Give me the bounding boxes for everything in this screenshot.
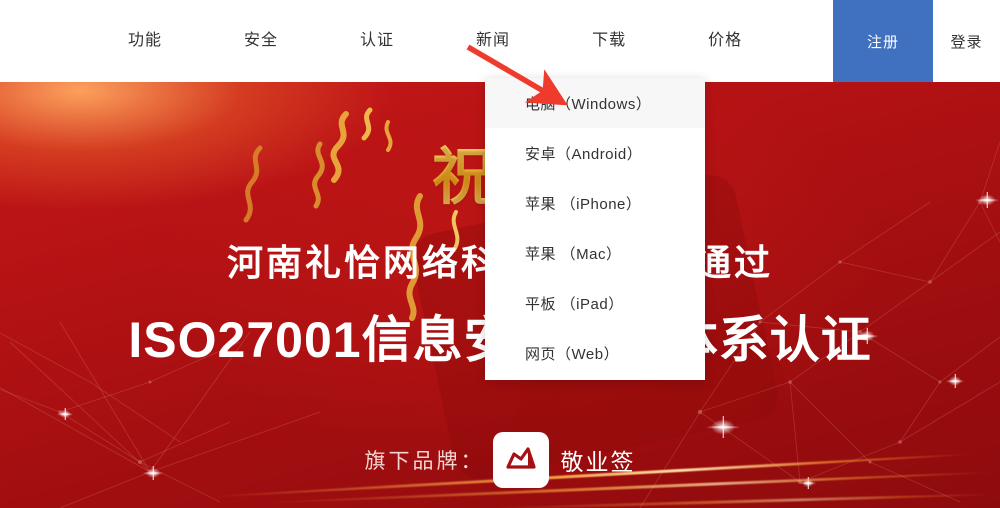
top-navigation-bar: 功能 安全 认证 新闻 下载 价格 注册 登录 [0,0,1000,82]
dropdown-item-iphone[interactable]: 苹果 （iPhone） [485,178,705,228]
nav-item-news[interactable]: 新闻 [454,0,532,82]
nav-links: 功能 安全 认证 新闻 下载 价格 [0,0,783,82]
dropdown-item-web[interactable]: 网页（Web） [485,328,705,378]
login-button[interactable]: 登录 [933,0,1000,82]
nav-item-certification[interactable]: 认证 [338,0,416,82]
sparkle-decor [946,374,964,388]
download-dropdown-menu: 电脑（Windows） 安卓（Android） 苹果 （iPhone） 苹果 （… [485,78,705,380]
nav-auth-group: 注册 登录 [833,0,1000,82]
dropdown-item-mac[interactable]: 苹果 （Mac） [485,228,705,278]
dropdown-item-windows[interactable]: 电脑（Windows） [485,78,705,128]
nav-item-security[interactable]: 安全 [222,0,300,82]
page-root: 祝贺 河南礼恰网络科技有限公司通过 ISO27001信息安全管理体系认证 旗下品… [0,0,1000,508]
dropdown-item-ipad[interactable]: 平板 （iPad） [485,278,705,328]
nav-item-download[interactable]: 下载 [570,0,648,82]
register-button[interactable]: 注册 [833,0,933,82]
brand-row: 旗下品牌： 敬业签 [0,432,1000,488]
nav-item-pricing[interactable]: 价格 [686,0,764,82]
light-streak-decor [480,492,1000,508]
brand-label: 旗下品牌： [364,450,485,473]
sparkle-decor [57,408,73,420]
brand-name: 敬业签 [560,449,636,475]
nav-item-features[interactable]: 功能 [106,0,184,82]
dropdown-item-android[interactable]: 安卓（Android） [485,128,705,178]
jingyeqian-logo-icon [492,432,549,488]
